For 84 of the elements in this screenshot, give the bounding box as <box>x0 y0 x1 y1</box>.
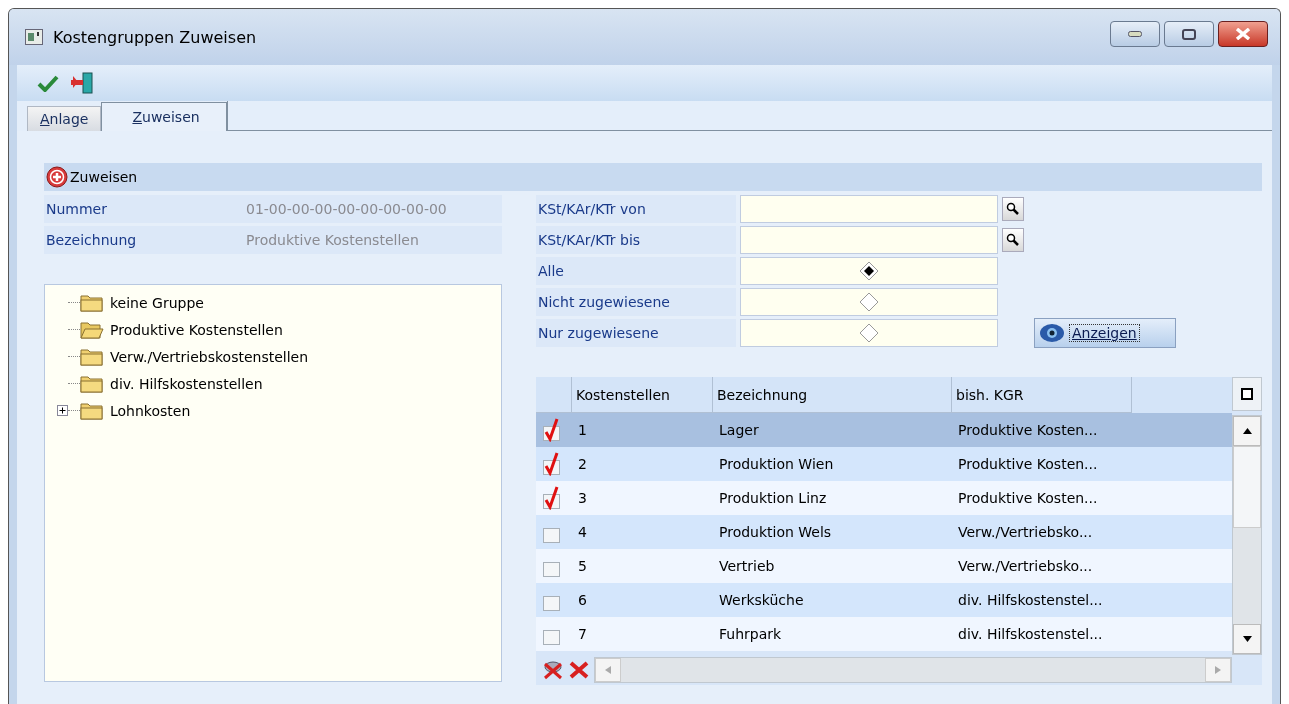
door-exit-icon[interactable] <box>69 72 95 94</box>
filter-label: Alle <box>536 257 736 285</box>
show-button[interactable]: Anzeigen <box>1034 318 1176 348</box>
scroll-down-icon[interactable] <box>1242 636 1252 642</box>
vertical-scrollbar[interactable] <box>1232 415 1262 655</box>
section-title: Zuweisen <box>70 169 138 185</box>
table-cell: Produktion Wien <box>719 456 834 472</box>
checkbox[interactable] <box>542 452 562 476</box>
scroll-right-icon[interactable] <box>1215 666 1221 674</box>
tab[interactable]: Anlage <box>27 106 102 131</box>
filter-label: KSt/KAr/KTr von <box>536 195 736 223</box>
field-label: Nummer <box>45 201 108 217</box>
scroll-left-icon[interactable] <box>605 666 611 674</box>
table-row[interactable]: 1 Lager Produktive Kosten... <box>536 413 1232 447</box>
field-value: 01-00-00-00-00-00-00-00-00 <box>246 201 447 217</box>
input-field[interactable] <box>740 226 998 254</box>
app-icon <box>25 29 43 45</box>
table-row[interactable]: 4 Produktion Wels Verw./Vertriebsko... <box>536 515 1232 549</box>
scroll-up-icon[interactable] <box>1242 428 1252 434</box>
delete-icon[interactable] <box>568 660 590 680</box>
table-cell: div. Hilfskostenstel... <box>958 592 1103 608</box>
search-icon <box>1006 202 1020 216</box>
filter-label: Nur zugewiesene <box>536 319 736 347</box>
maximize-icon <box>1182 28 1196 40</box>
table-cell: Produktion Wels <box>719 524 832 540</box>
table-cell: Vertrieb <box>719 558 775 574</box>
table-cell: Verw./Vertriebsko... <box>958 524 1093 540</box>
tab[interactable]: Zuweisen <box>101 102 227 131</box>
search-icon <box>1006 233 1020 247</box>
window-title: Kostengruppen Zuweisen <box>53 27 257 47</box>
filter-label: KSt/KAr/KTr bis <box>536 226 736 254</box>
checkmark-icon[interactable] <box>37 74 59 92</box>
input-field[interactable] <box>740 195 998 223</box>
plus-circle-icon <box>46 166 68 188</box>
checkbox[interactable] <box>542 486 562 510</box>
maximize-button[interactable] <box>1164 21 1214 47</box>
table-cell: Werksküche <box>719 592 804 608</box>
table-row[interactable]: 2 Produktion Wien Produktive Kosten... <box>536 447 1232 481</box>
tree-item[interactable]: Produktive Kostenstellen <box>110 321 283 338</box>
minimize-icon <box>1128 31 1142 37</box>
search-button[interactable] <box>1002 197 1024 221</box>
table-cell: Produktive Kosten... <box>958 490 1098 506</box>
table-cell: Produktive Kosten... <box>958 422 1098 438</box>
checkbox[interactable] <box>542 418 562 442</box>
table-cell: Produktive Kosten... <box>958 456 1098 472</box>
table-row[interactable]: 3 Produktion Linz Produktive Kosten... <box>536 481 1232 515</box>
close-button[interactable] <box>1218 21 1268 47</box>
close-icon <box>1235 28 1251 40</box>
table-cell: Produktion Linz <box>719 490 827 506</box>
radio-button[interactable] <box>859 261 879 281</box>
radio-button[interactable] <box>859 292 879 312</box>
radio-field[interactable] <box>740 319 998 347</box>
table-row[interactable]: 5 Vertrieb Verw./Vertriebsko... <box>536 549 1232 583</box>
table-cell: 7 <box>578 626 587 642</box>
column-chooser-button[interactable] <box>1232 377 1262 411</box>
table-row[interactable]: 6 Werksküche div. Hilfskostenstel... <box>536 583 1232 617</box>
filter-label: Nicht zugewiesene <box>536 288 736 316</box>
minimize-button[interactable] <box>1110 21 1160 47</box>
tree-item[interactable]: Verw./Vertriebskostenstellen <box>110 348 309 365</box>
tree-item[interactable]: Lohnkosten <box>110 402 191 419</box>
tree-item[interactable]: div. Hilfskostenstellen <box>110 375 263 392</box>
table-cell: 6 <box>578 592 587 608</box>
square-icon <box>1241 388 1253 400</box>
table-cell: 1 <box>578 422 587 438</box>
radio-field[interactable] <box>740 257 998 285</box>
eye-icon <box>1039 323 1065 343</box>
search-button[interactable] <box>1002 228 1024 252</box>
table-cell: 4 <box>578 524 587 540</box>
radio-button[interactable] <box>859 323 879 343</box>
horizontal-scrollbar[interactable] <box>594 657 1232 683</box>
radio-field[interactable] <box>740 288 998 316</box>
disk-cross-icon[interactable] <box>542 660 564 680</box>
table-cell: Lager <box>719 422 759 438</box>
table-cell: div. Hilfskostenstel... <box>958 626 1103 642</box>
table-cell: Verw./Vertriebsko... <box>958 558 1093 574</box>
tree-item[interactable]: keine Gruppe <box>110 294 204 311</box>
table-cell: Fuhrpark <box>719 626 782 642</box>
field-value: Produktive Kostenstellen <box>246 232 419 248</box>
table-cell: 3 <box>578 490 587 506</box>
field-label: Bezeichnung <box>45 232 138 248</box>
table-cell: 2 <box>578 456 587 472</box>
table-cell: 5 <box>578 558 587 574</box>
table-row[interactable]: 7 Fuhrpark div. Hilfskostenstel... <box>536 617 1232 651</box>
expand-icon[interactable] <box>57 405 68 416</box>
